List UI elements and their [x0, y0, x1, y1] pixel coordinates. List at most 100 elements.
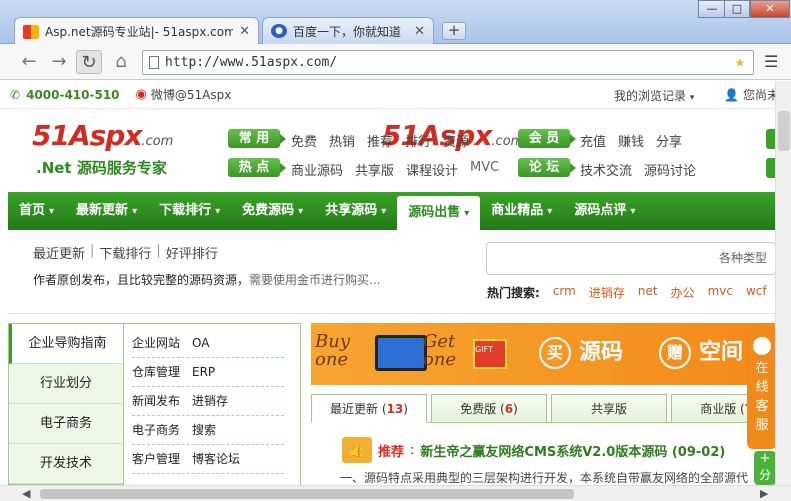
weibo-icon: ◉ [135, 87, 147, 102]
main-nav: 首页 ▾ 最新更新 ▾ 下载排行 ▾ 免费源码 ▾ 共享源码 ▾ 源码出售 ▾ 商业精品 ▾ … [8, 192, 791, 230]
category-link[interactable]: 免费 [291, 131, 317, 150]
tab-free[interactable]: 免费版 (6) [431, 394, 547, 423]
sublink-rating[interactable]: 好评排行 [166, 243, 218, 262]
category-links-hot: 商业源码 共享版 课程设计 MVC [291, 160, 499, 179]
history-text: 我的浏览记录 [614, 89, 687, 103]
category-link[interactable]: MVC [470, 160, 499, 179]
guide-link[interactable]: 客户管理 [132, 445, 180, 473]
guide-link[interactable]: 新闻发布 [132, 387, 180, 415]
hot-keyword[interactable]: net [638, 284, 658, 301]
nav-review[interactable]: 源码点评 ▾ [563, 192, 646, 230]
reload-icon[interactable]: ↻ [76, 50, 102, 74]
sidebar-item-ecommerce[interactable]: 电子商务 [9, 404, 123, 444]
hot-keyword[interactable]: wcf [746, 284, 767, 301]
guide-link[interactable]: OA [192, 329, 209, 357]
nav-free-source[interactable]: 免费源码 ▾ [231, 192, 314, 230]
promo-banner[interactable]: Buy one Get one GIFT 买 源码 赠 空间 [311, 323, 791, 385]
nav-commercial[interactable]: 商业精品 ▾ [480, 192, 563, 230]
sidebar-item-devtech[interactable]: 开发技术 [9, 444, 123, 484]
sublink-downloads[interactable]: 下载排行 [99, 243, 151, 262]
hot-keyword[interactable]: 进销存 [589, 284, 625, 301]
banner-text-source: 源码 [579, 340, 624, 365]
tab-title: 百度一下，你就知道 [293, 24, 402, 39]
online-service-text: 在线客服 [755, 361, 769, 433]
guide-link[interactable]: ERP [192, 358, 215, 386]
nav-label: 最新更新 [76, 203, 129, 218]
category-link[interactable]: 热销 [329, 131, 355, 150]
user-text: 您尚未 [742, 88, 779, 102]
category-link[interactable]: 分享 [656, 131, 682, 150]
chevron-down-icon: ▾ [381, 206, 387, 217]
category-link[interactable]: 课程设计 [406, 160, 458, 179]
news-title[interactable]: 新生帝之赢友网络CMS系统V2.0版本源码 (09-02) [420, 441, 725, 460]
category-link[interactable]: 技术交流 [580, 160, 632, 179]
category-link[interactable]: 商业源码 [291, 160, 343, 179]
forward-arrow-icon[interactable]: → [46, 50, 72, 74]
sidebar-item-guide[interactable]: 企业导购指南 [9, 324, 123, 364]
nav-source-sale[interactable]: 源码出售 ▾ [397, 196, 481, 230]
search-input[interactable]: 各种类型 [486, 242, 776, 275]
nav-label: 首页 [19, 203, 46, 218]
sidebar-item-industry[interactable]: 行业划分 [9, 364, 123, 404]
close-window-button[interactable]: ✕ [750, 0, 790, 18]
share-widget[interactable]: + 分 [754, 451, 776, 485]
logo-text-51: 51 [32, 119, 70, 152]
category-link[interactable]: 资源 [443, 131, 469, 150]
nav-latest[interactable]: 最新更新 ▾ [65, 192, 148, 230]
hot-keyword[interactable]: mvc [708, 284, 733, 301]
category-link[interactable]: 共享版 [355, 160, 394, 179]
minimize-button[interactable]: — [698, 0, 726, 18]
back-arrow-icon[interactable]: ← [16, 50, 42, 74]
nav-home[interactable]: 首页 ▾ [8, 192, 65, 230]
site-logo[interactable]: 51Aspx.com [32, 119, 173, 152]
tab-latest[interactable]: 最近更新 (13) [311, 394, 427, 423]
tab-baidu[interactable]: ● 百度一下，你就知道 ✕ [262, 17, 434, 44]
hot-keyword[interactable]: 办公 [671, 284, 695, 301]
page-icon [149, 56, 159, 69]
category-link[interactable]: 充值 [580, 131, 606, 150]
category-link[interactable]: 源码讨论 [644, 160, 696, 179]
history-link[interactable]: 我的浏览记录 ▾ [614, 87, 694, 104]
menu-icon[interactable]: ☰ [764, 52, 780, 72]
online-service-widget[interactable]: 在线客服 [747, 329, 777, 449]
user-login-link[interactable]: 👤 您尚未 [724, 86, 779, 103]
hot-keyword[interactable]: crm [553, 284, 576, 301]
horizontal-scroll-thumb[interactable] [40, 489, 574, 499]
close-tab-icon[interactable]: ✕ [239, 24, 250, 39]
vertical-scrollbar[interactable] [775, 81, 791, 485]
category-link[interactable]: 赚钱 [618, 131, 644, 150]
scroll-right-arrow-icon[interactable]: ▶ [760, 486, 768, 501]
guide-link[interactable]: 博客论坛 [192, 445, 240, 473]
category-link[interactable]: 排行 [405, 131, 431, 150]
horizontal-scrollbar[interactable]: ◀ ▶ [0, 485, 791, 501]
scroll-left-arrow-icon[interactable]: ◀ [22, 486, 30, 501]
guide-link[interactable]: 电子商务 [132, 416, 180, 444]
tab-label: 商业版 [700, 402, 737, 416]
phone-number: ✆ 4000-410-510 [10, 88, 120, 102]
recommend-badge: 推荐 [378, 444, 405, 460]
thumbs-up-icon: 👍 [342, 437, 372, 463]
news-item[interactable]: 👍 推荐 : 新生帝之赢友网络CMS系统V2.0版本源码 (09-02) [342, 437, 725, 463]
close-tab-icon[interactable]: ✕ [414, 24, 425, 39]
guide-link[interactable]: 进销存 [192, 387, 228, 415]
guide-link[interactable]: 仓库管理 [132, 358, 180, 386]
nav-download-rank[interactable]: 下载排行 ▾ [148, 192, 231, 230]
address-bar[interactable]: http://www.51aspx.com/ ★ [142, 50, 754, 75]
tab-label: 免费版 [460, 402, 497, 416]
category-label-forum: 论 坛 [518, 158, 576, 177]
vertical-scroll-thumb[interactable] [778, 111, 790, 151]
bookmark-star-icon[interactable]: ★ [735, 51, 745, 74]
category-link[interactable]: 推荐 [367, 131, 393, 150]
sublink-latest[interactable]: 最近更新 [33, 243, 85, 262]
guide-link[interactable]: 企业网站 [132, 329, 180, 357]
tab-shared[interactable]: 共享版 [551, 394, 667, 423]
tab-51aspx[interactable]: Asp.net源码专业站|- 51aspx.com ✕ [14, 17, 259, 45]
maximize-button[interactable]: □ [724, 0, 750, 18]
new-tab-button[interactable]: + [442, 22, 466, 40]
weibo-link[interactable]: ◉ 微博@51Aspx [136, 86, 232, 103]
guide-link[interactable]: 搜索 [192, 416, 216, 444]
web-page: ✆ 4000-410-510 ◉ 微博@51Aspx 我的浏览记录 ▾ 👤 您尚未 5… [0, 81, 791, 485]
nav-label: 共享源码 [325, 203, 378, 218]
nav-shared-source[interactable]: 共享源码 ▾ [314, 192, 397, 230]
home-icon[interactable]: ⌂ [108, 50, 134, 74]
